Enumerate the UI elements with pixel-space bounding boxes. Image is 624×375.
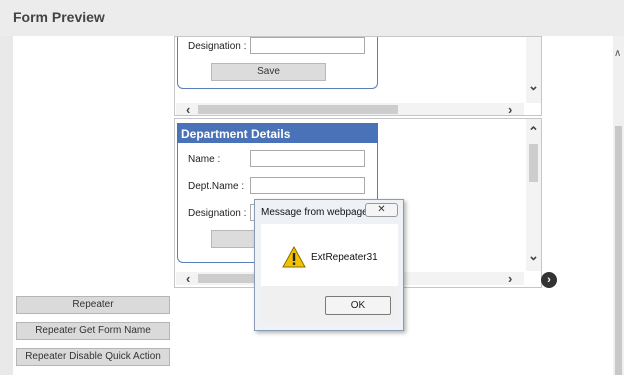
chevron-up-icon[interactable]: ∧	[614, 48, 621, 59]
panel-title: Department Details	[177, 123, 378, 143]
warning-icon	[282, 246, 306, 268]
chevron-up-icon[interactable]: ⌃	[528, 125, 539, 138]
page-title: Form Preview	[13, 9, 105, 25]
chevron-left-icon[interactable]: ‹	[186, 272, 190, 285]
page-scrollbar[interactable]: ∧	[613, 36, 624, 375]
designation-field[interactable]	[250, 37, 365, 54]
name-field[interactable]	[250, 150, 365, 167]
repeater-1-hscroll[interactable]: ‹ ›	[176, 103, 524, 115]
form-panel-1: Designation : Save	[177, 37, 378, 89]
repeater-1-hscroll-thumb[interactable]	[198, 105, 398, 114]
dept-name-field[interactable]	[250, 177, 365, 194]
name-label: Name :	[188, 154, 221, 165]
repeater-disable-quick-action-button[interactable]: Repeater Disable Quick Action	[16, 348, 170, 366]
ok-button[interactable]: OK	[325, 296, 391, 315]
repeater-2-vscroll-thumb[interactable]	[529, 144, 538, 182]
circle-arrow-right-icon[interactable]: ›	[541, 272, 557, 288]
chevron-down-icon[interactable]: ⌄	[528, 249, 539, 262]
message-dialog: Message from webpage ✕ ExtRepeater31 OK	[254, 199, 404, 331]
repeater-frame-1: Designation : Save ⌄ ‹ ›	[174, 36, 542, 116]
dialog-title: Message from webpage	[261, 207, 368, 218]
dialog-message: ExtRepeater31	[311, 252, 378, 263]
dialog-body: ExtRepeater31	[261, 224, 398, 286]
repeater-2-vscroll[interactable]: ⌃ ⌄	[526, 119, 541, 271]
repeater-1-vscroll[interactable]: ⌄	[526, 37, 541, 103]
close-icon[interactable]: ✕	[365, 203, 398, 217]
designation-label: Designation :	[188, 208, 247, 219]
chevron-right-icon[interactable]: ›	[508, 103, 512, 115]
designation-label: Designation :	[188, 41, 247, 52]
page-scrollbar-thumb[interactable]	[615, 126, 622, 375]
header-bar: Form Preview	[0, 0, 624, 36]
chevron-right-icon[interactable]: ›	[508, 272, 512, 285]
chevron-down-icon[interactable]: ⌄	[528, 79, 539, 92]
repeater-button[interactable]: Repeater	[16, 296, 170, 314]
chevron-left-icon[interactable]: ‹	[186, 103, 190, 115]
dept-name-label: Dept.Name :	[188, 181, 245, 192]
save-button[interactable]: Save	[211, 63, 326, 81]
dialog-footer: OK	[261, 286, 398, 324]
repeater-get-form-name-button[interactable]: Repeater Get Form Name	[16, 322, 170, 340]
